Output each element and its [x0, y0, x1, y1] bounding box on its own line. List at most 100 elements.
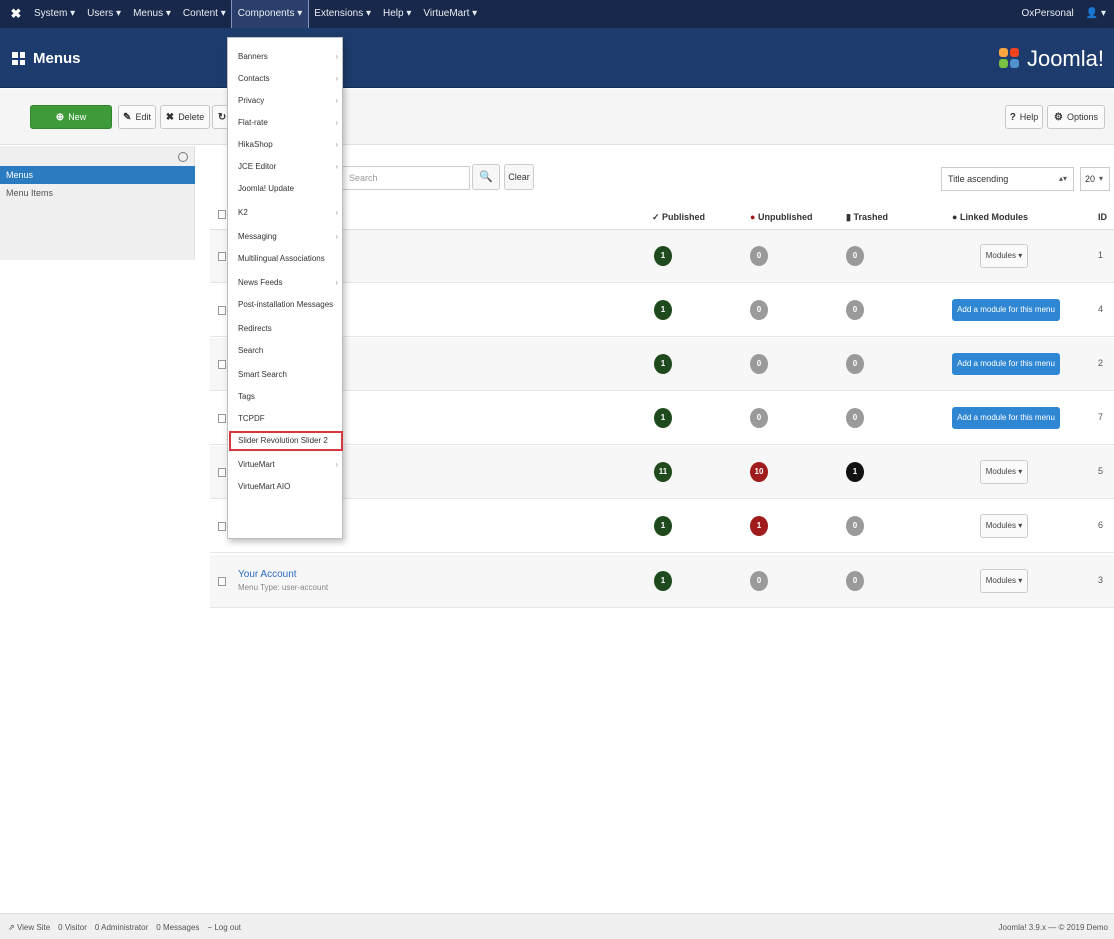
site-name-link[interactable]: OxPersonal	[1021, 0, 1073, 28]
clear-button[interactable]: Clear	[504, 164, 534, 190]
modules-dropdown-button[interactable]: Modules ▾	[980, 514, 1028, 538]
published-count-badge[interactable]: 1	[654, 571, 672, 591]
trashed-count-badge[interactable]: 0	[846, 354, 864, 374]
add-module-button[interactable]: Add a module for this menu	[952, 353, 1060, 375]
components-menu-item[interactable]: Privacy ›	[228, 90, 344, 112]
modules-dropdown-button[interactable]: Modules ▾	[980, 460, 1028, 484]
components-menu-item[interactable]: Slider Revolution Slider 2	[228, 430, 344, 452]
components-menu-item[interactable]: VirtueMart ›	[228, 454, 344, 476]
components-menu-item[interactable]: News Feeds ›	[228, 272, 344, 294]
administrators-badge[interactable]: 0 Administrator	[95, 923, 148, 932]
components-menu-item[interactable]: Messaging ›	[228, 226, 344, 248]
user-menu-icon[interactable]: 👤 ▾	[1086, 0, 1106, 28]
chevron-right-icon: ›	[335, 140, 338, 149]
published-count-badge[interactable]: 1	[654, 408, 672, 428]
modules-dropdown-button[interactable]: Modules ▾	[980, 244, 1028, 268]
row-checkbox[interactable]	[218, 468, 226, 477]
nav-users[interactable]: Users ▾	[81, 0, 127, 28]
logout-link[interactable]: − Log out	[207, 923, 241, 932]
row-checkbox[interactable]	[218, 360, 226, 369]
published-count-badge[interactable]: 1	[654, 246, 672, 266]
components-menu-item[interactable]: Smart Search	[228, 364, 344, 386]
options-button[interactable]: ⚙ Options	[1047, 105, 1105, 129]
select-all-checkbox[interactable]	[218, 210, 226, 219]
joomla-menu-icon[interactable]: ✖	[4, 6, 28, 22]
sidebar-toggle-icon[interactable]	[178, 152, 188, 162]
table-row: 1 0 0 Modules ▾ 1	[210, 230, 1114, 283]
unpublished-count-badge[interactable]: 0	[750, 354, 768, 374]
th-trashed[interactable]: ▮ Trashed	[846, 212, 888, 223]
components-menu-item[interactable]: Redirects	[228, 318, 344, 340]
unpublished-count-badge[interactable]: 0	[750, 408, 768, 428]
unpublished-count-badge[interactable]: 1	[750, 516, 768, 536]
nav-help[interactable]: Help ▾	[377, 0, 417, 28]
th-id[interactable]: ID	[1098, 212, 1107, 222]
row-id: 4	[1098, 304, 1104, 314]
published-count-badge[interactable]: 11	[654, 462, 672, 482]
trashed-count-badge[interactable]: 1	[846, 462, 864, 482]
components-menu-item[interactable]: Search	[228, 340, 344, 362]
sort-select[interactable]: Title ascending ▴▾	[941, 167, 1074, 191]
menu-title-link[interactable]: Your Account	[238, 569, 297, 580]
new-button[interactable]: ⊕ New	[30, 105, 112, 129]
components-menu-item[interactable]: TCPDF	[228, 408, 344, 430]
unpublished-count-badge[interactable]: 10	[750, 462, 768, 482]
components-menu-item[interactable]: JCE Editor ›	[228, 156, 344, 178]
published-count-badge[interactable]: 1	[654, 516, 672, 536]
page-title: Menus	[12, 50, 81, 67]
nav-virtuemart[interactable]: VirtueMart ▾	[417, 0, 483, 28]
th-unpublished[interactable]: ● Unpublished	[750, 212, 812, 222]
toolbar: ⊕ New ✎ Edit ✖ Delete ↻ ? Help ⚙ Options	[0, 89, 1114, 145]
row-checkbox[interactable]	[218, 306, 226, 315]
edit-icon: ✎	[123, 111, 132, 123]
unpublished-count-badge[interactable]: 0	[750, 571, 768, 591]
nav-system[interactable]: System ▾	[28, 0, 81, 28]
components-menu-item[interactable]: Post-installation Messages	[228, 294, 344, 316]
chevron-right-icon: ›	[335, 118, 338, 127]
row-id: 2	[1098, 358, 1104, 368]
unpublished-count-badge[interactable]: 0	[750, 300, 768, 320]
add-module-button[interactable]: Add a module for this menu	[952, 299, 1060, 321]
nav-content[interactable]: Content ▾	[177, 0, 232, 28]
trashed-count-badge[interactable]: 0	[846, 408, 864, 428]
messages-badge[interactable]: 0 Messages	[156, 923, 199, 932]
row-checkbox[interactable]	[218, 414, 226, 423]
row-checkbox[interactable]	[218, 577, 226, 586]
components-menu-item[interactable]: Contacts ›	[228, 68, 344, 90]
nav-extensions[interactable]: Extensions ▾	[308, 0, 377, 28]
unpublished-count-badge[interactable]: 0	[750, 246, 768, 266]
view-site-link[interactable]: ⇗ View Site	[8, 923, 50, 932]
components-menu-item[interactable]: K2 ›	[228, 202, 344, 224]
trashed-count-badge[interactable]: 0	[846, 571, 864, 591]
search-button[interactable]: 🔍	[472, 164, 500, 190]
chevron-right-icon: ›	[335, 74, 338, 83]
sidebar-item-menus[interactable]: Menus	[0, 166, 195, 184]
trashed-count-badge[interactable]: 0	[846, 516, 864, 536]
th-linked-modules[interactable]: ● Linked Modules	[952, 212, 1028, 222]
visitors-badge[interactable]: 0 Visitor	[58, 923, 87, 932]
add-module-button[interactable]: Add a module for this menu	[952, 407, 1060, 429]
search-input[interactable]: Search	[340, 166, 470, 190]
components-menu-item[interactable]: Tags	[228, 386, 344, 408]
nav-menus[interactable]: Menus ▾	[127, 0, 177, 28]
limit-select[interactable]: 20 ▾	[1080, 167, 1110, 191]
components-menu-item[interactable]: Banners ›	[228, 46, 344, 68]
row-checkbox[interactable]	[218, 252, 226, 261]
row-checkbox[interactable]	[218, 522, 226, 531]
nav-components[interactable]: Components ▾	[230, 0, 310, 29]
modules-dropdown-button[interactable]: Modules ▾	[980, 569, 1028, 593]
published-count-badge[interactable]: 1	[654, 354, 672, 374]
components-menu-item[interactable]: Multilingual Associations	[228, 248, 344, 270]
components-menu-item[interactable]: Flat-rate ›	[228, 112, 344, 134]
sidebar-item-menu-items[interactable]: Menu Items	[0, 184, 195, 202]
delete-button[interactable]: ✖ Delete	[160, 105, 210, 129]
components-menu-item[interactable]: HikaShop ›	[228, 134, 344, 156]
published-count-badge[interactable]: 1	[654, 300, 672, 320]
components-menu-item[interactable]: VirtueMart AIO	[228, 476, 344, 498]
help-button[interactable]: ? Help	[1005, 105, 1043, 129]
th-published[interactable]: ✓ Published	[652, 212, 705, 223]
edit-button[interactable]: ✎ Edit	[118, 105, 156, 129]
trashed-count-badge[interactable]: 0	[846, 300, 864, 320]
trashed-count-badge[interactable]: 0	[846, 246, 864, 266]
components-menu-item[interactable]: Joomla! Update	[228, 178, 344, 200]
